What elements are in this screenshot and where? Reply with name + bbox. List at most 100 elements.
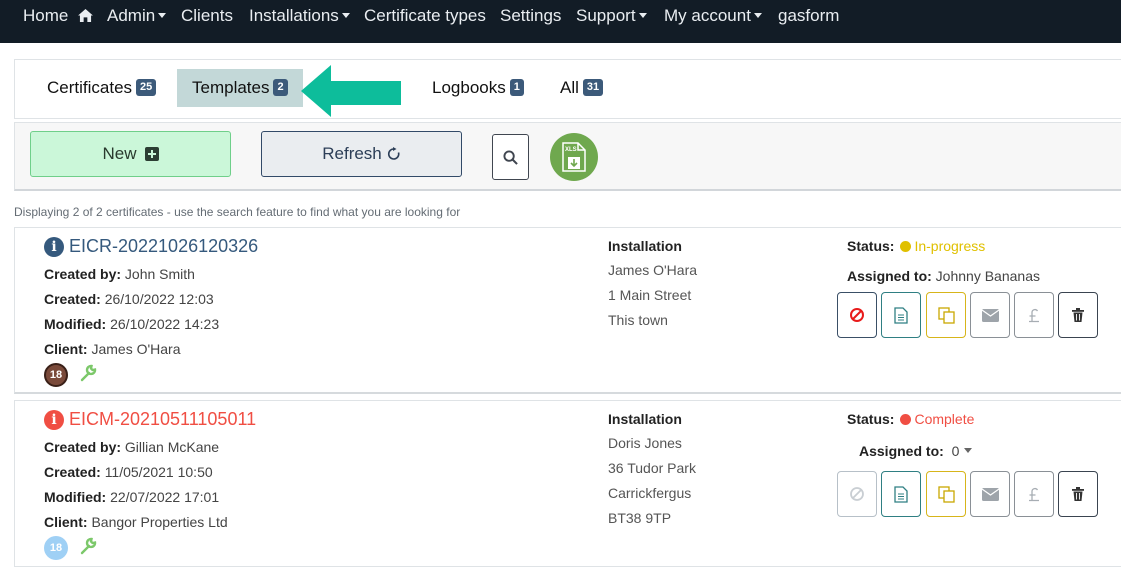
- nav-installations-label: Installations: [249, 6, 339, 25]
- invoice-button[interactable]: [1014, 292, 1054, 338]
- tab-certificates[interactable]: Certificates 25: [32, 69, 171, 107]
- pound-icon: [1029, 487, 1039, 501]
- client-value: Bangor Properties Ltd: [91, 514, 228, 530]
- installation-line: 36 Tudor Park: [608, 460, 696, 476]
- tab-count-badge: 25: [136, 78, 157, 96]
- cancel-button[interactable]: [837, 471, 877, 517]
- installation-line: This town: [608, 312, 668, 328]
- invoice-button[interactable]: [1014, 471, 1054, 517]
- client-row: Client: James O'Hara: [44, 341, 180, 357]
- tab-count-badge: 2: [273, 78, 288, 96]
- created-by-row: Created by: John Smith: [44, 266, 195, 282]
- caret-down-icon: [638, 12, 647, 18]
- nav-clients-label: Clients: [181, 6, 233, 25]
- created-value: 11/05/2021 10:50: [104, 464, 213, 480]
- refresh-icon: [387, 147, 400, 160]
- tab-templates-label: Templates: [192, 78, 270, 97]
- export-xls-button[interactable]: XLS: [550, 133, 598, 181]
- client-value: James O'Hara: [91, 341, 181, 357]
- tab-certificates-label: Certificates: [47, 78, 133, 97]
- email-button[interactable]: [970, 471, 1010, 517]
- view-document-button[interactable]: [881, 471, 921, 517]
- copy-button[interactable]: [926, 292, 966, 338]
- nav-my-account[interactable]: My account: [664, 7, 762, 25]
- copy-icon: [937, 485, 955, 503]
- assigned-to-value: 0: [951, 443, 960, 459]
- count-badge: 18: [44, 363, 68, 387]
- status-label: Status:: [847, 411, 895, 427]
- nav-admin[interactable]: Admin: [107, 7, 167, 25]
- tabs-bar: Certificates 25 Templates 2 Logbooks 1 All 3…: [14, 59, 1121, 119]
- status-label: Status:: [847, 238, 895, 254]
- results-info-text: Displaying 2 of 2 certificates - use the…: [14, 205, 461, 219]
- nav-settings[interactable]: Settings: [500, 7, 561, 25]
- view-document-button[interactable]: [881, 292, 921, 338]
- created-label: Created:: [44, 291, 101, 307]
- created-by-label: Created by:: [44, 439, 122, 455]
- wrench-icon[interactable]: [79, 537, 97, 555]
- nav-gasform-label: gasform: [778, 6, 840, 25]
- certificate-title[interactable]: i EICR-20221026120326: [44, 236, 258, 257]
- email-button[interactable]: [970, 292, 1010, 338]
- caret-down-icon: [753, 12, 762, 18]
- certificate-title-text[interactable]: EICR-20221026120326: [69, 236, 258, 257]
- tab-count-badge: 1: [509, 78, 524, 96]
- tab-templates[interactable]: Templates 2: [177, 69, 303, 107]
- tab-all-label: All: [560, 78, 579, 97]
- nav-support[interactable]: Support: [576, 7, 647, 25]
- assigned-to-label: Assigned to:: [847, 268, 932, 284]
- copy-button[interactable]: [926, 471, 966, 517]
- nav-gasform[interactable]: gasform: [778, 7, 839, 25]
- wrench-icon[interactable]: [79, 364, 97, 382]
- nav-certificate-types[interactable]: Certificate types: [364, 7, 486, 25]
- refresh-button-label: Refresh: [322, 144, 382, 163]
- search-button[interactable]: [492, 134, 529, 180]
- created-by-label: Created by:: [44, 266, 122, 282]
- copy-icon: [937, 306, 955, 324]
- client-label: Client:: [44, 514, 88, 530]
- nav-support-label: Support: [576, 6, 636, 25]
- info-icon: i: [44, 409, 64, 430]
- certificate-title[interactable]: i EICM-20210511105011: [44, 409, 256, 430]
- cancel-button[interactable]: [837, 292, 877, 338]
- installation-line: James O'Hara: [608, 262, 698, 278]
- installation-label: Installation: [608, 238, 682, 254]
- created-row: Created: 26/10/2022 12:03: [44, 291, 214, 307]
- caret-down-icon: [964, 448, 973, 454]
- refresh-button[interactable]: Refresh: [261, 131, 462, 177]
- envelope-icon: [981, 308, 999, 322]
- ban-icon: [850, 308, 864, 322]
- client-label: Client:: [44, 341, 88, 357]
- status-value: In-progress: [914, 238, 986, 254]
- ban-icon: [850, 487, 864, 501]
- modified-value: 22/07/2022 17:01: [110, 489, 220, 505]
- house-icon: [78, 9, 94, 22]
- nav-home[interactable]: Home: [23, 7, 94, 25]
- document-icon: [894, 306, 908, 324]
- tab-all[interactable]: All 31: [545, 69, 618, 107]
- plus-square-icon: [144, 147, 159, 161]
- tab-count-badge: 31: [582, 78, 604, 96]
- xls-label: XLS: [565, 147, 577, 153]
- tab-logbooks-label: Logbooks: [432, 78, 506, 97]
- pointer-arrow-icon: [301, 65, 401, 117]
- trash-icon: [1072, 308, 1084, 322]
- nav-clients[interactable]: Clients: [181, 7, 233, 25]
- tab-logbooks[interactable]: Logbooks 1: [417, 69, 539, 107]
- assigned-to-dropdown[interactable]: Assigned to: 0: [859, 443, 973, 459]
- installation-line: BT38 9TP: [608, 510, 672, 526]
- delete-button[interactable]: [1058, 471, 1098, 517]
- nav-installations[interactable]: Installations: [249, 7, 350, 25]
- created-by-value: John Smith: [124, 266, 195, 282]
- client-row: Client: Bangor Properties Ltd: [44, 514, 228, 530]
- info-icon: i: [44, 236, 64, 257]
- certificate-title-text[interactable]: EICM-20210511105011: [69, 409, 256, 430]
- new-button-label: New: [102, 144, 137, 163]
- new-button[interactable]: New: [30, 131, 231, 177]
- status-value: Complete: [914, 411, 975, 427]
- assigned-to-label: Assigned to:: [859, 443, 944, 459]
- count-badge: 18: [44, 536, 68, 560]
- nav-settings-label: Settings: [500, 6, 562, 25]
- status-dot: [900, 240, 912, 252]
- delete-button[interactable]: [1058, 292, 1098, 338]
